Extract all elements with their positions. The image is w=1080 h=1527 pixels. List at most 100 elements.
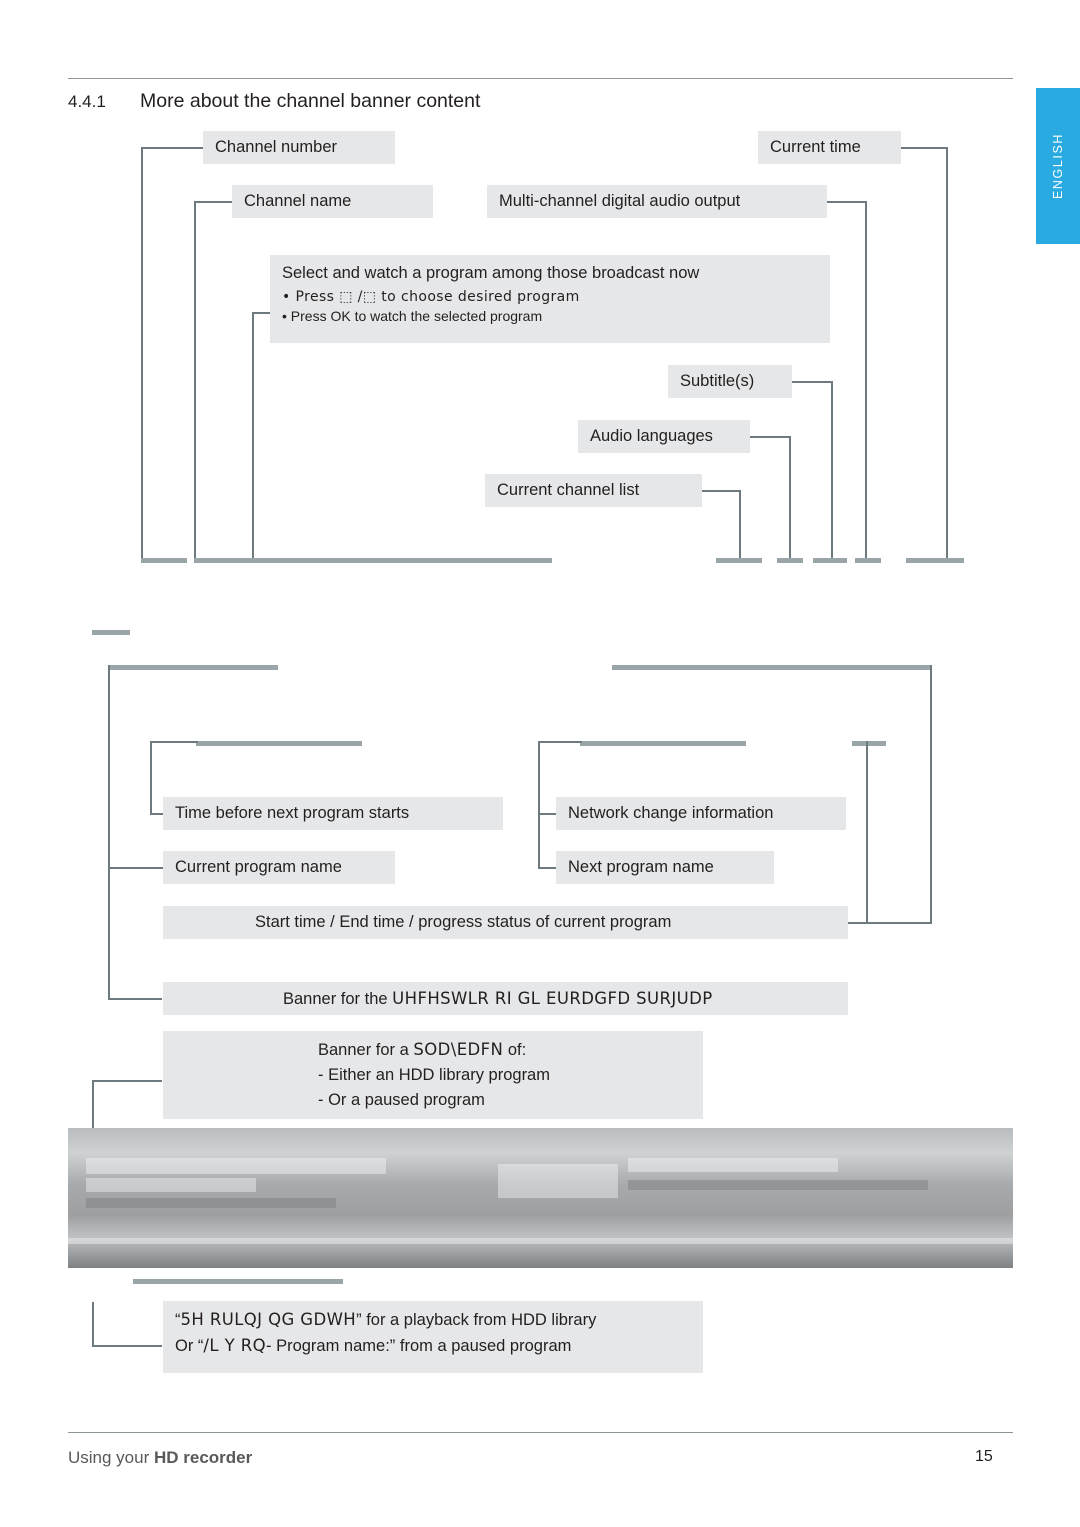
- connector-right-rail-to-progress: [848, 922, 932, 924]
- stub-mid-right-rail: [612, 665, 932, 670]
- bottom-line2-open: Or “: [175, 1337, 204, 1356]
- callout-time-before-next-label: Time before next program starts: [175, 804, 410, 822]
- callout-banner-playback-line2: - Either an HDD library program: [318, 1066, 550, 1085]
- connector-channel-list-horz: [700, 490, 740, 492]
- callout-banner-playback-line3: - Or a paused program: [318, 1091, 485, 1110]
- bottom-line1-rest: ” for a playback from HDD library: [356, 1311, 597, 1329]
- stub-select-watch: [252, 558, 552, 563]
- callout-banner-playback: Banner for a SOD\EDFN of: - Either an HD…: [163, 1031, 703, 1119]
- stub-mid-left-inner: [196, 741, 362, 746]
- connector-current-time-horz: [900, 147, 948, 149]
- connector-time-before-top: [150, 741, 198, 743]
- connector-channel-name-vert: [194, 201, 196, 559]
- stub-mid-right-inner: [852, 741, 886, 746]
- screenshot-band-5: [628, 1158, 838, 1172]
- callout-select-and-watch-line1: • Press ⬚ /⬚ to choose desired program: [282, 289, 580, 306]
- connector-select-watch-vert: [252, 312, 254, 559]
- callout-current-program-name-label: Current program name: [175, 858, 342, 876]
- callout-banner-playback-line1: Banner for a SOD\EDFN of:: [318, 1040, 527, 1059]
- callout-channel-number: Channel number: [203, 131, 395, 164]
- callout-banner-playback-prefix: Banner for a: [318, 1041, 414, 1059]
- callout-next-program-name-label: Next program name: [568, 858, 714, 876]
- callout-channel-name-label: Channel name: [244, 192, 352, 210]
- connector-next-prog-horz: [538, 867, 556, 869]
- stub-mid-center-inner: [580, 741, 746, 746]
- header-divider: [68, 78, 1013, 79]
- stub-mid-far-left: [92, 630, 130, 635]
- connector-playback-top: [92, 1080, 162, 1082]
- callout-start-end-progress-label: Start time / End time / progress status …: [255, 913, 672, 931]
- callout-banner-playback-garbled: SOD\EDFN: [413, 1040, 504, 1059]
- callout-current-channel-list: Current channel list: [485, 474, 702, 507]
- callout-audio-languages: Audio languages: [578, 420, 750, 453]
- callout-next-program-name: Next program name: [556, 851, 774, 884]
- callout-multichannel-audio-label: Multi-channel digital audio output: [499, 192, 741, 210]
- callout-current-time-label: Current time: [770, 138, 861, 156]
- connector-channel-list-vert: [739, 490, 741, 560]
- connector-channel-number-vert: [141, 147, 143, 559]
- bottom-line1-garbled: 5H RULQJ QG GDWH: [180, 1310, 357, 1329]
- callout-select-and-watch-title: Select and watch a program among those b…: [282, 264, 700, 282]
- callout-time-before-next: Time before next program starts: [163, 797, 503, 830]
- connector-left-rail-vert: [108, 665, 110, 999]
- connector-audio-lang-vert: [789, 436, 791, 560]
- callout-network-change-label: Network change information: [568, 804, 774, 822]
- connector-right-inner-vert: [866, 741, 868, 922]
- stub-subtitles: [813, 558, 847, 563]
- screenshot-band-3: [86, 1198, 336, 1208]
- footer-product: HD recorder: [153, 1448, 253, 1467]
- connector-subtitles-vert: [831, 381, 833, 560]
- connector-multichannel-horz: [826, 201, 866, 203]
- screenshot-band-1: [86, 1158, 386, 1174]
- screenshot-band-4: [498, 1164, 618, 1198]
- callout-multichannel-audio: Multi-channel digital audio output: [487, 185, 827, 218]
- callout-bottom-caption-line2: Or “/L Y RQ- Program name:” from a pause…: [175, 1335, 691, 1357]
- connector-left-rail-to-banner: [108, 998, 162, 1000]
- connector-network-vert: [538, 741, 540, 813]
- page-number: 15: [975, 1448, 993, 1465]
- connector-current-prog-horz: [108, 867, 164, 869]
- page-title: More about the channel banner content: [140, 90, 481, 112]
- connector-subtitles-horz: [790, 381, 832, 383]
- callout-network-change: Network change information: [556, 797, 846, 830]
- callout-select-and-watch: Select and watch a program among those b…: [270, 255, 830, 343]
- callout-subtitles: Subtitle(s): [668, 365, 792, 398]
- footer-text: Using your HD recorder: [68, 1448, 252, 1468]
- stub-audio-lang: [777, 558, 803, 563]
- connector-channel-number-horz: [141, 147, 203, 149]
- connector-right-rail-vert: [930, 665, 932, 923]
- screenshot-band-6: [628, 1180, 928, 1190]
- callout-audio-languages-label: Audio languages: [590, 427, 713, 445]
- connector-bottom-caption-horz: [92, 1345, 162, 1347]
- callout-bottom-caption: “5H RULQJ QG GDWH” for a playback from H…: [163, 1301, 703, 1373]
- callout-banner-reception-prefix: Banner for the: [283, 990, 393, 1008]
- channel-banner-screenshot: [68, 1128, 1013, 1268]
- stub-current-time: [906, 558, 964, 563]
- stub-channel-list: [716, 558, 762, 563]
- bottom-line2-rest: - Program name:” from a paused program: [266, 1337, 572, 1356]
- callout-channel-number-label: Channel number: [215, 138, 337, 156]
- stub-bottom-caption: [133, 1279, 343, 1284]
- screenshot-band-7: [68, 1238, 1013, 1244]
- stub-multichannel: [855, 558, 881, 563]
- connector-time-before-vert: [150, 741, 152, 813]
- screenshot-band-2: [86, 1178, 256, 1192]
- bottom-line2-garbled: /L Y RQ: [203, 1336, 266, 1356]
- language-tab: ENGLISH: [1036, 88, 1080, 244]
- connector-current-time-vert: [946, 147, 948, 560]
- callout-banner-playback-suffix: of:: [503, 1041, 527, 1059]
- language-tab-label: ENGLISH: [1051, 132, 1065, 200]
- callout-start-end-progress: Start time / End time / progress status …: [163, 906, 848, 939]
- callout-subtitles-label: Subtitle(s): [680, 372, 755, 390]
- callout-current-program-name: Current program name: [163, 851, 395, 884]
- callout-banner-reception: Banner for the UHFHSWLR RI GL EURDGFD SU…: [163, 982, 848, 1015]
- connector-bottom-caption-vert: [92, 1302, 94, 1346]
- callout-current-channel-list-label: Current channel list: [497, 481, 640, 499]
- connector-next-prog-vert: [538, 813, 540, 867]
- callout-channel-name: Channel name: [232, 185, 433, 218]
- stub-mid-left-rail: [108, 665, 278, 670]
- section-number: 4.4.1: [68, 92, 106, 111]
- callout-select-and-watch-line2: • Press OK to watch the selected program: [282, 308, 543, 324]
- connector-network-horz: [538, 813, 556, 815]
- connector-network-top: [538, 741, 582, 743]
